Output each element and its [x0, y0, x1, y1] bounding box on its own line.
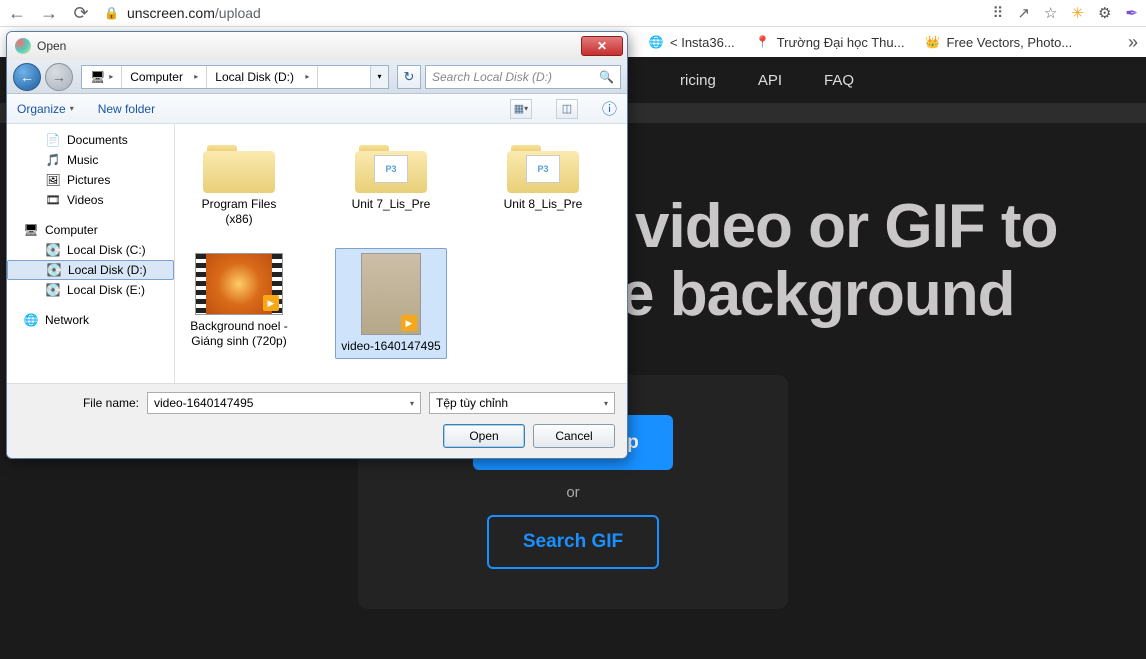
bookmark-vectors[interactable]: 👑Free Vectors, Photo... [924, 34, 1072, 50]
file-open-dialog: Open ✕ ← → 🖥▸ Computer ▸ Local Disk (D:)… [6, 31, 628, 459]
preview-pane-button[interactable]: ◫ [556, 99, 578, 119]
chevron-down-icon: ▾ [70, 104, 74, 113]
mp3-badge: P3 [526, 155, 560, 183]
nav-forward-button[interactable]: → [45, 63, 73, 91]
nav-pricing[interactable]: ricing [680, 72, 716, 89]
tree-music[interactable]: 🎵Music [7, 150, 174, 170]
folder-icon: P3 [355, 139, 427, 193]
dialog-footer: File name: video-1640147495▾ Tệp tùy chỉ… [7, 383, 627, 458]
folder-unit-8[interactable]: P3 Unit 8_Lis_Pre [487, 134, 599, 232]
file-label: Unit 7_Lis_Pre [352, 197, 431, 212]
file-label: Unit 8_Lis_Pre [504, 197, 583, 212]
star-icon[interactable]: ☆ [1044, 4, 1057, 22]
search-placeholder: Search Local Disk (D:) [432, 70, 552, 84]
ext-3-icon[interactable]: ✒ [1125, 4, 1138, 22]
nav-back-button[interactable]: ← [13, 63, 41, 91]
cancel-button[interactable]: Cancel [533, 424, 615, 448]
back-icon[interactable]: ← [8, 4, 26, 22]
reload-icon[interactable]: ⟳ [72, 4, 90, 22]
videos-icon: 🎞 [45, 193, 61, 207]
folder-icon [203, 139, 275, 193]
breadcrumb-disk-d[interactable]: Local Disk (D:) ▸ [207, 66, 318, 88]
ext-1-icon[interactable]: ✳ [1071, 4, 1084, 22]
breadcrumb-computer[interactable]: Computer ▸ [122, 66, 207, 88]
folder-icon: P3 [507, 139, 579, 193]
nav-api[interactable]: API [758, 72, 782, 89]
tree-documents[interactable]: 📄Documents [7, 130, 174, 150]
search-gif-button[interactable]: Search GIF [487, 515, 659, 569]
disk-icon: 💽 [45, 283, 61, 297]
video-thumbnail: ▶ [361, 253, 421, 335]
video-thumbnail: ▶ [195, 253, 283, 315]
dialog-titlebar[interactable]: Open ✕ [7, 32, 627, 60]
tree-network[interactable]: 🌐Network [7, 310, 174, 330]
file-label: Program Files (x86) [188, 197, 290, 227]
url-text: unscreen.com/upload [127, 5, 261, 21]
file-label: Background noel - Giáng sinh (720p) [188, 319, 290, 349]
bookmark-insta[interactable]: 🌐< Insta36... [648, 34, 735, 50]
open-button[interactable]: Open [443, 424, 525, 448]
chevron-down-icon: ▾ [604, 399, 608, 408]
filetype-dropdown[interactable]: Tệp tùy chỉnh▾ [429, 392, 615, 414]
dialog-body: 📄Documents 🎵Music 🖼Pictures 🎞Videos 🖥Com… [7, 124, 627, 383]
view-options-button[interactable]: ▦ ▾ [510, 99, 532, 119]
filename-input[interactable]: video-1640147495▾ [147, 392, 421, 414]
dialog-navbar: ← → 🖥▸ Computer ▸ Local Disk (D:) ▸ ▾ ↻ … [7, 60, 627, 94]
dialog-toolbar: Organize ▾ New folder ▦ ▾ ◫ ⓘ [7, 94, 627, 124]
refresh-button[interactable]: ↻ [397, 65, 421, 89]
file-video-1640147495[interactable]: ▶ video-1640147495 [335, 248, 447, 359]
browser-toolbar: ← → ⟳ 🔒 unscreen.com/upload ⠿ ↗ ☆ ✳ ⚙ ✒ [0, 0, 1146, 27]
search-input[interactable]: Search Local Disk (D:) 🔍 [425, 65, 621, 89]
dialog-title: Open [37, 39, 581, 53]
pin-icon: 📍 [755, 34, 771, 50]
chevron-down-icon[interactable]: ▾ [410, 399, 414, 408]
chrome-actions: ⠿ ↗ ☆ ✳ ⚙ ✒ [992, 4, 1138, 22]
documents-icon: 📄 [45, 133, 61, 147]
search-icon: 🔍 [599, 70, 614, 84]
ext-2-icon[interactable]: ⚙ [1098, 4, 1111, 22]
address-bar[interactable]: 🔒 unscreen.com/upload [104, 5, 978, 21]
disk-icon: 💽 [46, 263, 62, 277]
breadcrumb-root[interactable]: 🖥▸ [82, 66, 122, 88]
tree-computer[interactable]: 🖥Computer [7, 220, 174, 240]
forward-icon[interactable]: → [40, 4, 58, 22]
share-icon[interactable]: ↗ [1017, 4, 1030, 22]
bookmark-truong[interactable]: 📍Trường Đại học Thu... [755, 34, 905, 50]
disk-icon: 💽 [45, 243, 61, 257]
organize-menu[interactable]: Organize ▾ [17, 102, 74, 116]
folder-unit-7[interactable]: P3 Unit 7_Lis_Pre [335, 134, 447, 232]
computer-icon: 🖥 [90, 70, 105, 84]
breadcrumb-dropdown[interactable]: ▾ [370, 66, 388, 88]
folder-tree[interactable]: 📄Documents 🎵Music 🖼Pictures 🎞Videos 🖥Com… [7, 124, 175, 383]
help-icon[interactable]: ⓘ [602, 98, 617, 119]
filename-label: File name: [19, 396, 139, 410]
nav-faq[interactable]: FAQ [824, 72, 854, 89]
breadcrumb[interactable]: 🖥▸ Computer ▸ Local Disk (D:) ▸ ▾ [81, 65, 389, 89]
pictures-icon: 🖼 [45, 173, 61, 187]
tree-disk-c[interactable]: 💽Local Disk (C:) [7, 240, 174, 260]
file-background-noel[interactable]: ▶ Background noel - Giáng sinh (720p) [183, 248, 295, 359]
app-icon [15, 38, 31, 54]
folder-program-files[interactable]: Program Files (x86) [183, 134, 295, 232]
bookmarks-overflow-icon[interactable]: » [1128, 32, 1138, 53]
globe-icon: 🌐 [648, 34, 664, 50]
translate-icon[interactable]: ⠿ [992, 4, 1003, 22]
new-folder-button[interactable]: New folder [98, 102, 155, 116]
file-label: video-1640147495 [341, 339, 440, 354]
music-icon: 🎵 [45, 153, 61, 167]
computer-icon: 🖥 [23, 223, 39, 237]
close-button[interactable]: ✕ [581, 36, 623, 56]
file-grid[interactable]: Program Files (x86) P3 Unit 7_Lis_Pre P3… [175, 124, 627, 383]
mp3-badge: P3 [374, 155, 408, 183]
network-icon: 🌐 [23, 313, 39, 327]
play-overlay-icon: ▶ [263, 295, 279, 311]
or-divider: or [566, 484, 579, 501]
lock-icon: 🔒 [104, 6, 119, 20]
tree-videos[interactable]: 🎞Videos [7, 190, 174, 210]
play-overlay-icon: ▶ [401, 315, 417, 331]
tree-disk-d[interactable]: 💽Local Disk (D:) [7, 260, 174, 280]
tree-pictures[interactable]: 🖼Pictures [7, 170, 174, 190]
crown-icon: 👑 [924, 34, 940, 50]
tree-disk-e[interactable]: 💽Local Disk (E:) [7, 280, 174, 300]
